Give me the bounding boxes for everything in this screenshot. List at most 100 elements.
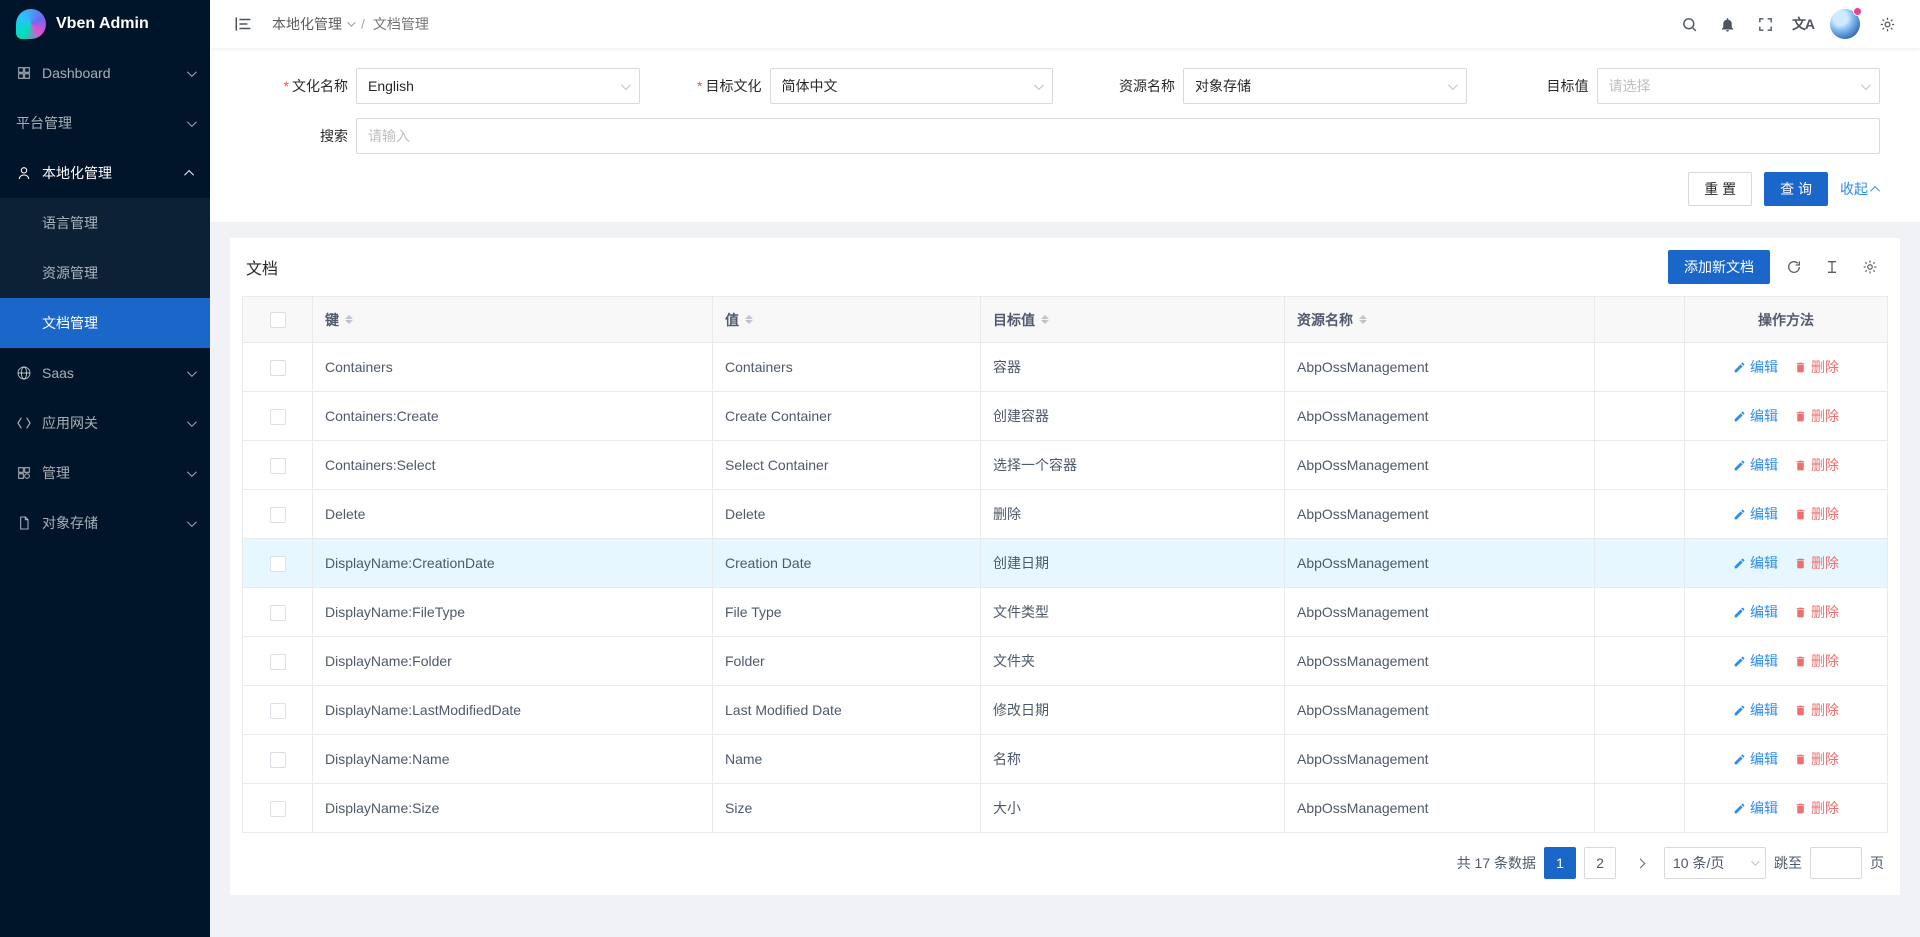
collapse-button[interactable]: 收起 [1840, 179, 1880, 199]
row-checkbox[interactable] [270, 752, 286, 768]
column-settings-gear-icon[interactable] [1856, 253, 1884, 281]
next-page-button[interactable] [1624, 847, 1656, 879]
pagination-total: 共 17 条数据 [1457, 853, 1536, 873]
refresh-icon[interactable] [1780, 253, 1808, 281]
edit-button[interactable]: 编辑 [1733, 357, 1778, 377]
edit-button[interactable]: 编辑 [1733, 553, 1778, 573]
sidebar-item-resource-management[interactable]: 资源管理 [0, 248, 210, 298]
row-checkbox[interactable] [270, 507, 286, 523]
cell-blank [1595, 784, 1685, 833]
cell-value: Create Container [713, 392, 981, 441]
translate-icon[interactable]: 文A [1786, 7, 1820, 41]
field-resource-name: 资源名称 对象存储 [1053, 68, 1467, 104]
sort-icon[interactable] [745, 315, 753, 324]
column-header-value[interactable]: 值 [713, 297, 981, 343]
search-input[interactable] [356, 118, 1880, 154]
logo[interactable]: Vben Admin [0, 0, 210, 48]
table-row: Containers Containers 容器 AbpOssManagemen… [243, 343, 1888, 392]
edit-button[interactable]: 编辑 [1733, 651, 1778, 671]
sidebar-item-language-management[interactable]: 语言管理 [0, 198, 210, 248]
culture-name-select[interactable]: English [356, 68, 640, 104]
edit-button[interactable]: 编辑 [1733, 749, 1778, 769]
sidebar-fold-icon[interactable] [226, 7, 260, 41]
reset-button[interactable]: 重 置 [1688, 172, 1752, 206]
column-header-resource[interactable]: 资源名称 [1285, 297, 1595, 343]
gear-icon[interactable] [1870, 7, 1904, 41]
notification-bell-icon[interactable] [1710, 7, 1744, 41]
sidebar-item-platform[interactable]: 平台管理 [0, 98, 210, 148]
sidebar-item-saas[interactable]: Saas [0, 348, 210, 398]
table-row: DisplayName:FileType File Type 文件类型 AbpO… [243, 588, 1888, 637]
row-checkbox[interactable] [270, 409, 286, 425]
column-header-target[interactable]: 目标值 [981, 297, 1285, 343]
cell-key: DisplayName:CreationDate [313, 539, 713, 588]
sort-icon[interactable] [1041, 315, 1049, 324]
jump-page-input[interactable] [1810, 847, 1862, 879]
target-culture-select[interactable]: 简体中文 [770, 68, 1054, 104]
row-checkbox[interactable] [270, 703, 286, 719]
column-header-key[interactable]: 键 [313, 297, 713, 343]
row-checkbox[interactable] [270, 654, 286, 670]
delete-label: 删除 [1811, 504, 1839, 524]
delete-button[interactable]: 删除 [1794, 455, 1839, 475]
delete-button[interactable]: 删除 [1794, 504, 1839, 524]
cell-blank [1595, 392, 1685, 441]
sidebar-item-document-management[interactable]: 文档管理 [0, 298, 210, 348]
row-checkbox[interactable] [270, 801, 286, 817]
sidebar-item-dashboard[interactable]: Dashboard [0, 48, 210, 98]
delete-button[interactable]: 删除 [1794, 700, 1839, 720]
delete-button[interactable]: 删除 [1794, 749, 1839, 769]
document-icon [16, 515, 32, 531]
row-height-icon[interactable] [1818, 253, 1846, 281]
edit-button[interactable]: 编辑 [1733, 700, 1778, 720]
delete-button[interactable]: 删除 [1794, 406, 1839, 426]
chevron-down-icon [187, 467, 197, 477]
add-document-button[interactable]: 添加新文档 [1668, 250, 1770, 284]
row-checkbox[interactable] [270, 556, 286, 572]
select-all-checkbox[interactable] [270, 312, 286, 328]
chevron-up-icon [1870, 185, 1880, 195]
table-row: DisplayName:Size Size 大小 AbpOssManagemen… [243, 784, 1888, 833]
delete-button[interactable]: 删除 [1794, 798, 1839, 818]
sidebar-item-localization[interactable]: 本地化管理 [0, 148, 210, 198]
panel-title: 文档 [246, 255, 278, 279]
sidebar-item-label: 文档管理 [42, 313, 98, 333]
target-value-select[interactable]: 请选择 [1597, 68, 1881, 104]
sidebar-item-gateway[interactable]: 应用网关 [0, 398, 210, 448]
page-button-1[interactable]: 1 [1544, 847, 1576, 879]
avatar[interactable] [1830, 9, 1860, 39]
select-all-header[interactable] [243, 297, 313, 343]
row-checkbox[interactable] [270, 605, 286, 621]
row-checkbox[interactable] [270, 458, 286, 474]
edit-button[interactable]: 编辑 [1733, 455, 1778, 475]
query-button[interactable]: 查 询 [1764, 172, 1828, 206]
cell-blank [1595, 588, 1685, 637]
sort-icon[interactable] [345, 315, 353, 324]
page-size-select[interactable]: 10 条/页 [1664, 847, 1766, 879]
delete-button[interactable]: 删除 [1794, 602, 1839, 622]
row-checkbox[interactable] [270, 360, 286, 376]
delete-label: 删除 [1811, 553, 1839, 573]
fullscreen-icon[interactable] [1748, 7, 1782, 41]
field-target-culture: *目标文化 简体中文 [640, 68, 1054, 104]
delete-button[interactable]: 删除 [1794, 651, 1839, 671]
sidebar-item-object-storage[interactable]: 对象存储 [0, 498, 210, 548]
delete-button[interactable]: 删除 [1794, 357, 1839, 377]
filter-panel: *文化名称 English *目标文化 简体中文 [210, 48, 1920, 222]
sidebar-item-management[interactable]: 管理 [0, 448, 210, 498]
sort-icon[interactable] [1359, 315, 1367, 324]
search-icon[interactable] [1672, 7, 1706, 41]
resource-name-select[interactable]: 对象存储 [1183, 68, 1467, 104]
cell-value: Size [713, 784, 981, 833]
breadcrumb-parent[interactable]: 本地化管理 [272, 14, 353, 34]
edit-button[interactable]: 编辑 [1733, 406, 1778, 426]
edit-button[interactable]: 编辑 [1733, 798, 1778, 818]
edit-button[interactable]: 编辑 [1733, 504, 1778, 524]
cell-target: 大小 [981, 784, 1285, 833]
sidebar-item-label: 语言管理 [42, 213, 98, 233]
page-button-2[interactable]: 2 [1584, 847, 1616, 879]
cell-resource: AbpOssManagement [1285, 588, 1595, 637]
delete-button[interactable]: 删除 [1794, 553, 1839, 573]
edit-button[interactable]: 编辑 [1733, 602, 1778, 622]
field-search: 搜索 [226, 118, 1880, 154]
